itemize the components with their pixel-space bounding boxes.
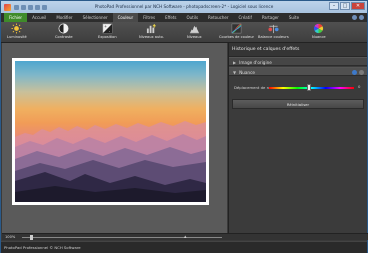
- exposure-icon: + -: [102, 23, 113, 33]
- auto-levels-button[interactable]: Niveaux auto.: [139, 23, 164, 39]
- contrast-icon: [58, 23, 69, 34]
- account-icon[interactable]: [352, 15, 357, 20]
- effects-panel: Historique et calques d'effets ▶ Image d'…: [228, 43, 367, 233]
- chevron-right-icon: ▶: [233, 60, 237, 65]
- hue-wheel-icon: [314, 23, 324, 34]
- maximize-button[interactable]: □: [340, 2, 350, 10]
- status-text: PhotoPad Professionnel © NCH Software: [4, 245, 81, 250]
- tab-suite[interactable]: Suite: [284, 13, 304, 22]
- hue-section-header[interactable]: ▼ Nuance: [229, 67, 367, 76]
- auto-levels-icon: [146, 23, 157, 34]
- tab-accueil[interactable]: Accueil: [27, 13, 51, 22]
- sun-icon: [11, 23, 22, 34]
- status-bar: PhotoPad Professionnel © NCH Software: [1, 241, 367, 253]
- zoom-bar: 100% ▴: [2, 233, 368, 240]
- tab-creatif[interactable]: Créatif: [234, 13, 257, 22]
- exposure-button[interactable]: + - Exposition: [98, 23, 117, 39]
- menu-bar: Fichier Accueil Modifier Sélectionner Co…: [1, 13, 367, 22]
- tab-outils[interactable]: Outils: [181, 13, 203, 22]
- color-balance-icon: [268, 24, 279, 34]
- close-button[interactable]: ✕: [351, 2, 365, 10]
- tab-effets[interactable]: Effets: [160, 13, 181, 22]
- zoom-slider-handle[interactable]: [30, 235, 33, 240]
- mountain-silhouette: [15, 121, 206, 202]
- title-bar[interactable]: PhotoPad Professionnel par NCH Software …: [1, 1, 367, 13]
- hue-button[interactable]: Nuance: [312, 23, 326, 39]
- section-actions: [352, 70, 364, 75]
- original-image-section[interactable]: ▶ Image d'origine: [229, 57, 367, 66]
- minimize-button[interactable]: –: [329, 2, 339, 10]
- tab-couleur[interactable]: Couleur: [112, 13, 139, 22]
- contrast-button[interactable]: Contraste: [55, 23, 73, 39]
- hue-shift-slider[interactable]: [269, 87, 354, 89]
- image-canvas[interactable]: [2, 43, 227, 233]
- landscape-photo[interactable]: [15, 61, 206, 202]
- tab-fichier[interactable]: Fichier: [4, 13, 28, 22]
- ribbon-toolbar: Luminosité Contraste + - Exposition Nive…: [1, 22, 367, 43]
- photo-frame: [12, 58, 209, 205]
- panel-title: Historique et calques d'effets: [229, 43, 367, 57]
- curves-icon: [231, 23, 242, 34]
- window-controls: – □ ✕: [329, 2, 365, 10]
- hue-shift-handle[interactable]: [307, 84, 311, 91]
- menu-right-icons: [352, 15, 364, 20]
- zoom-slider[interactable]: [22, 237, 222, 238]
- app-window: PhotoPad Professionnel par NCH Software …: [0, 0, 368, 253]
- help-icon[interactable]: [359, 15, 364, 20]
- tab-partager[interactable]: Partager: [257, 13, 284, 22]
- reset-button[interactable]: Réinitialiser: [232, 99, 364, 109]
- svg-text:+: +: [104, 25, 107, 29]
- tab-filtres[interactable]: Filtres: [138, 13, 160, 22]
- collapse-arrow-icon[interactable]: ▴: [184, 234, 187, 240]
- window-title: PhotoPad Professionnel par NCH Software …: [94, 4, 274, 9]
- color-balance-button[interactable]: Balance couleurs: [258, 23, 289, 39]
- zoom-level: 100%: [5, 235, 16, 239]
- tab-retoucher[interactable]: Retoucher: [203, 13, 233, 22]
- levels-icon: [189, 25, 199, 34]
- color-curves-button[interactable]: Courbes de couleur: [219, 23, 254, 39]
- close-icon[interactable]: [359, 70, 364, 75]
- hue-shift-value: 0: [358, 84, 361, 89]
- help-icon[interactable]: [352, 70, 357, 75]
- levels-button[interactable]: Niveaux: [187, 23, 202, 39]
- tab-selectionner[interactable]: Sélectionner: [78, 13, 113, 22]
- tab-modifier[interactable]: Modifier: [51, 13, 77, 22]
- brightness-button[interactable]: Luminosité: [7, 23, 27, 39]
